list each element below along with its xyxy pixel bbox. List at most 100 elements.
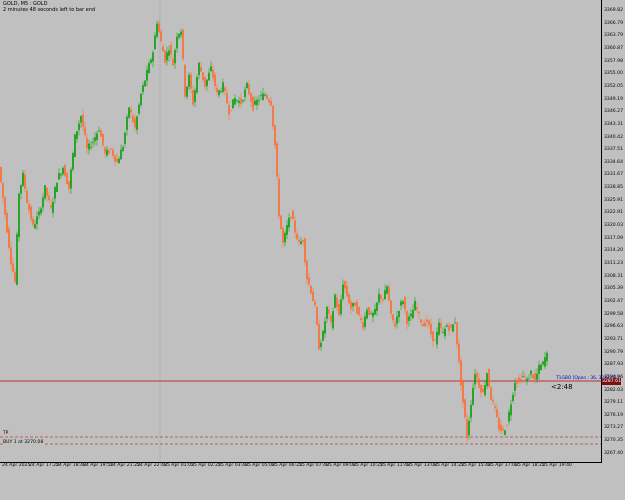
- candle-body: [526, 378, 528, 382]
- candle-body: [500, 424, 502, 432]
- candle-body: [2, 182, 4, 199]
- candle-body: [98, 130, 100, 132]
- candle-body: [178, 33, 180, 38]
- candle-body: [192, 90, 194, 105]
- candle-body: [438, 322, 440, 335]
- candle-body: [504, 430, 506, 435]
- price-tick-label: 3363.79: [604, 33, 623, 39]
- candle-body: [358, 307, 360, 315]
- price-tick-label: 3355.00: [604, 71, 623, 77]
- candle-body: [262, 93, 264, 101]
- candle-body: [286, 224, 288, 235]
- candle-body: [378, 293, 380, 303]
- price-tick-label: 3325.91: [604, 197, 623, 203]
- candle-body: [430, 323, 432, 335]
- time-tick-label: 25 Apr 11:40: [380, 463, 410, 468]
- candle-body: [322, 330, 324, 341]
- candle-body: [294, 220, 296, 233]
- candle-body: [6, 212, 8, 233]
- take-profit-label: TP: [3, 431, 9, 436]
- candle-body: [150, 59, 152, 63]
- candle-body: [342, 284, 344, 299]
- candle-body: [452, 324, 454, 332]
- chart-window[interactable]: GOLD, M5 : GOLD 2 minutes 48 seconds lef…: [0, 0, 625, 500]
- time-tick-label: 25 Apr 09:00: [326, 463, 356, 468]
- candle-body: [112, 149, 114, 156]
- candle-body: [508, 411, 510, 422]
- time-tick-label: 24 Apr 2025: [2, 463, 31, 468]
- candle-body: [396, 316, 398, 324]
- candle-body: [314, 301, 316, 305]
- candle-body: [258, 99, 260, 101]
- candle-body: [540, 364, 542, 371]
- candle-body: [208, 72, 210, 81]
- candle-body: [14, 272, 16, 282]
- price-tick-label: 3290.79: [604, 349, 623, 355]
- candle-body: [264, 94, 266, 96]
- candle-body: [390, 300, 392, 314]
- candle-body: [204, 76, 206, 87]
- candle-body: [64, 164, 66, 177]
- price-tick-label: 3337.51: [604, 147, 623, 153]
- candle-body: [388, 286, 390, 301]
- candle-body: [252, 96, 254, 111]
- candle-body: [32, 218, 34, 225]
- candle-body: [254, 100, 256, 105]
- candle-body: [308, 277, 310, 285]
- candle-body: [48, 195, 50, 200]
- candle-body: [298, 240, 300, 242]
- candle-body: [140, 93, 142, 106]
- price-tick-label: 3305.39: [604, 286, 623, 292]
- candle-body: [210, 66, 212, 71]
- candle-body: [372, 312, 374, 317]
- candle-body: [492, 399, 494, 402]
- candle-body: [436, 331, 438, 345]
- candle-body: [132, 115, 134, 123]
- candle-body: [354, 302, 356, 306]
- candle-body: [534, 373, 536, 380]
- candle-body: [444, 328, 446, 337]
- price-tick-label: 3349.19: [604, 96, 623, 102]
- candle-body: [284, 232, 286, 243]
- candle-body: [220, 91, 222, 93]
- candle-body: [404, 296, 406, 310]
- candle-body: [10, 247, 12, 265]
- candle-body: [138, 104, 140, 114]
- price-tick-label: 3328.85: [604, 185, 623, 191]
- price-tick-label: 3296.63: [604, 324, 623, 330]
- candle-body: [530, 370, 532, 375]
- candle-body: [66, 173, 68, 184]
- candle-body: [216, 87, 218, 93]
- candle-body: [146, 69, 148, 81]
- candle-body: [152, 52, 154, 62]
- candle-body: [418, 312, 420, 314]
- candle-body: [116, 158, 118, 163]
- candle-body: [364, 316, 366, 327]
- candle-body: [246, 82, 248, 89]
- candle-body: [242, 100, 244, 102]
- candle-body: [516, 380, 518, 384]
- candle-body: [410, 313, 412, 317]
- price-tick-label: 3322.91: [604, 210, 623, 216]
- candle-body: [190, 74, 192, 89]
- candle-body: [408, 316, 410, 321]
- price-tick-label: 3299.58: [604, 311, 623, 317]
- candle-body: [54, 187, 56, 199]
- candle-body: [18, 193, 20, 238]
- candle-body: [130, 109, 132, 113]
- candle-body: [368, 307, 370, 315]
- price-chart-area[interactable]: [0, 0, 601, 462]
- candle-body: [270, 100, 272, 106]
- time-tick-label: 25 Apr 10:25: [353, 463, 383, 468]
- candle-body: [482, 388, 484, 393]
- time-tick-label: 25 Apr 01:05: [164, 463, 194, 468]
- candle-body: [26, 190, 28, 203]
- candle-body: [92, 141, 94, 143]
- candle-body: [406, 311, 408, 325]
- candle-body: [366, 309, 368, 319]
- candle-body: [154, 35, 156, 50]
- candle-body: [4, 197, 6, 215]
- candle-body: [502, 428, 504, 431]
- candle-body: [352, 302, 354, 307]
- time-tick-label: 25 Apr 18:25: [515, 463, 545, 468]
